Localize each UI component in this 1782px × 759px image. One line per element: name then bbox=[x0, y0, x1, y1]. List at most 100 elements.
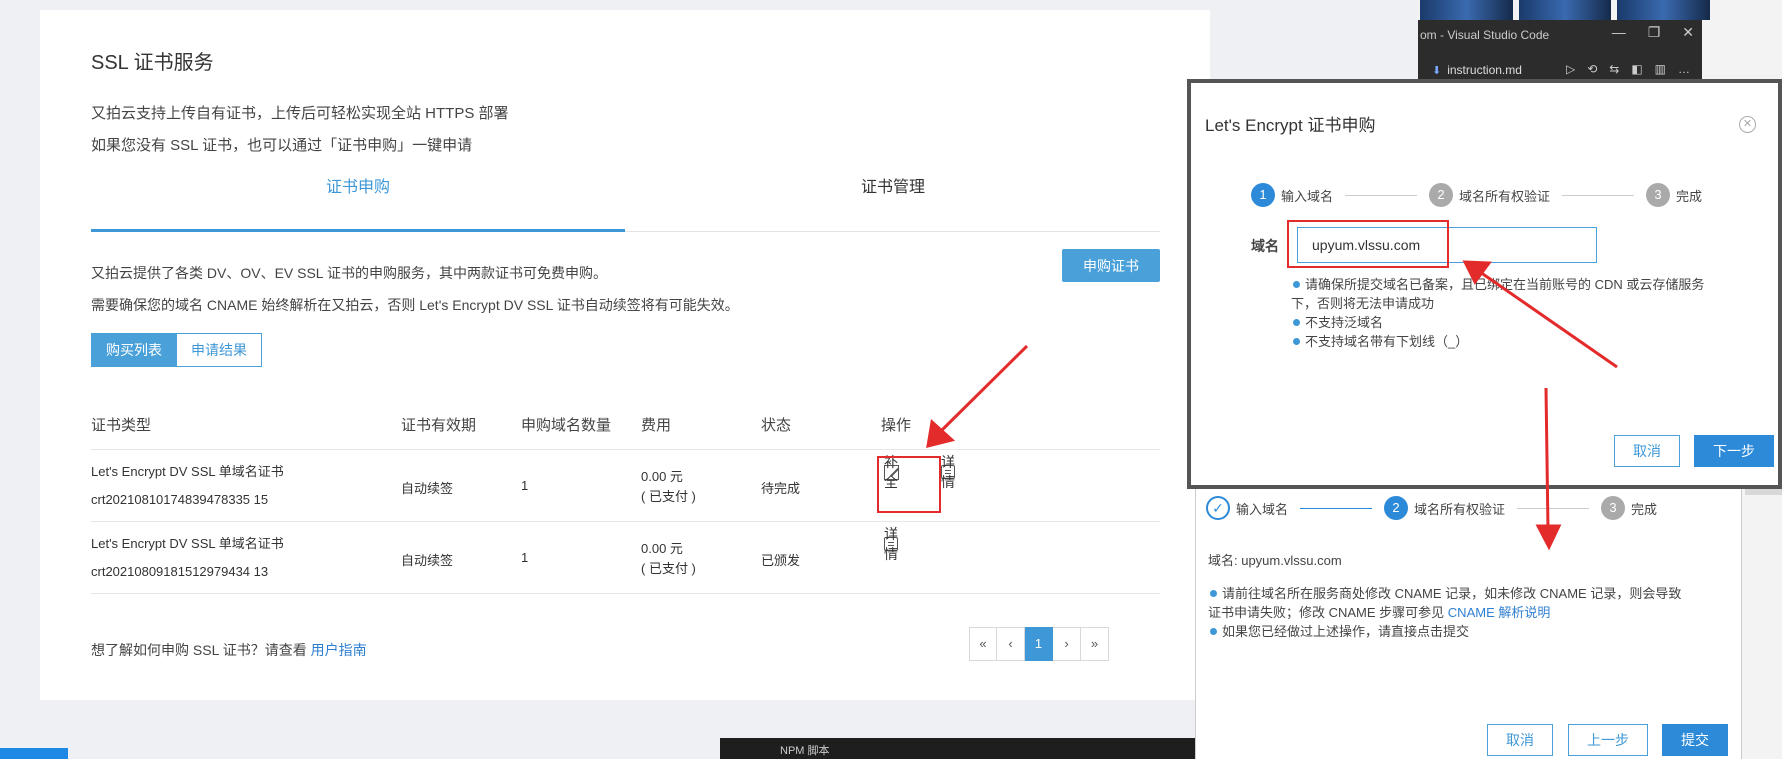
cert-type: Let's Encrypt DV SSL 单域名证书 bbox=[91, 464, 284, 479]
prev-page-button[interactable]: ‹ bbox=[997, 627, 1025, 661]
step-label: 输入域名 bbox=[1236, 501, 1289, 517]
vscode-window-controls: — ❐ ✕ bbox=[1612, 24, 1694, 41]
page-title: SSL 证书服务 bbox=[91, 52, 214, 74]
cert-validity: 自动续签 bbox=[401, 481, 454, 496]
minimize-icon[interactable]: — bbox=[1612, 24, 1626, 41]
compare-icon[interactable]: ⇆ bbox=[1609, 62, 1619, 76]
cert-paid: ( 已支付 ) bbox=[641, 561, 696, 576]
previous-step-button[interactable]: 上一步 bbox=[1568, 724, 1648, 756]
intro-text: 又拍云支持上传自有证书，上传后可轻松实现全站 HTTPS 部署 如果您没有 SS… bbox=[91, 98, 509, 162]
guide-prompt: 想了解如何申购 SSL 证书？请查看 bbox=[91, 642, 307, 658]
close-icon[interactable]: ✕ bbox=[1682, 24, 1694, 41]
user-guide-link[interactable]: 用户指南 bbox=[311, 642, 367, 658]
cancel-button[interactable]: 取消 bbox=[1614, 435, 1680, 467]
cert-fee: 0.00 元 bbox=[641, 469, 683, 484]
step-2-icon: 2 bbox=[1429, 183, 1454, 207]
subtab-results[interactable]: 申请结果 bbox=[177, 333, 262, 367]
table-row: Let's Encrypt DV SSL 单域名证书 crt2021080918… bbox=[91, 522, 1160, 594]
step-1-icon: 1 bbox=[1251, 183, 1275, 207]
tab-purchase[interactable]: 证书申购 bbox=[91, 170, 625, 232]
cert-type-cell: Let's Encrypt DV SSL 单域名证书 crt2021080918… bbox=[91, 530, 284, 586]
header-status: 状态 bbox=[761, 417, 792, 434]
step-indicator: ✓ 输入域名 2 域名所有权验证 3 完成 bbox=[1206, 496, 1657, 520]
notes-line: 又拍云提供了各类 DV、OV、EV SSL 证书的申购服务，其中两款证书可免费申… bbox=[91, 265, 607, 281]
preview-icon[interactable]: ◧ bbox=[1631, 62, 1642, 76]
header-fee: 费用 bbox=[641, 417, 672, 434]
submit-button[interactable]: 提交 bbox=[1662, 724, 1728, 756]
subtabs: 购买列表 申请结果 bbox=[91, 333, 262, 367]
annotation-highlight-box bbox=[877, 456, 941, 513]
step-label: 域名所有权验证 bbox=[1414, 501, 1506, 517]
tip-item: 不支持泛域名 bbox=[1291, 313, 1751, 332]
header-type: 证书类型 bbox=[91, 417, 152, 434]
letsencrypt-dialog-step2: ✓ 输入域名 2 域名所有权验证 3 完成 域名: upyum.vlssu.co… bbox=[1195, 489, 1742, 759]
cert-fee-cell: 0.00 元 ( 已支付 ) bbox=[641, 539, 696, 579]
header-validity: 证书有效期 bbox=[401, 417, 477, 434]
more-icon[interactable]: … bbox=[1678, 62, 1690, 76]
step-label: 完成 bbox=[1631, 501, 1658, 517]
vscode-tab-label: instruction.md bbox=[1447, 63, 1522, 77]
tip-item-cont: 下，否则将无法申请成功 bbox=[1291, 296, 1435, 311]
step-3-icon: 3 bbox=[1601, 496, 1626, 520]
cert-id: crt20210809181512979434 13 bbox=[91, 564, 269, 579]
cert-type: Let's Encrypt DV SSL 单域名证书 bbox=[91, 536, 284, 551]
maximize-icon[interactable]: ❐ bbox=[1648, 24, 1661, 41]
cancel-button[interactable]: 取消 bbox=[1487, 724, 1553, 756]
notes-line: 需要确保您的域名 CNAME 始终解析在又拍云，否则 Let's Encrypt… bbox=[91, 297, 739, 313]
domain-label: 域名 bbox=[1251, 238, 1279, 254]
pagination: « ‹ 1 › » bbox=[969, 627, 1109, 661]
npm-label: NPM 脚本 bbox=[780, 745, 830, 757]
split-icon[interactable]: ▥ bbox=[1655, 62, 1666, 76]
tip-item: 请前往域名所在服务商处修改 CNAME 记录，如未修改 CNAME 记录，则会导… bbox=[1208, 584, 1718, 603]
purchase-notes: 又拍云提供了各类 DV、OV、EV SSL 证书的申购服务，其中两款证书可免费申… bbox=[91, 257, 739, 321]
tab-manage[interactable]: 证书管理 bbox=[626, 170, 1160, 232]
last-page-button[interactable]: » bbox=[1081, 627, 1109, 661]
step-divider bbox=[1300, 507, 1373, 509]
tip-item-cont: 证书申请失败；修改 CNAME 步骤可参见 CNAME 解析说明 bbox=[1208, 603, 1718, 622]
step-divider bbox=[1345, 194, 1418, 196]
run-icon[interactable]: ▷ bbox=[1566, 62, 1575, 76]
desktop-thumbnails bbox=[1420, 0, 1711, 20]
intro-line: 如果您没有 SSL 证书，也可以通过「证书申购」一键申请 bbox=[91, 137, 473, 154]
step-label: 域名所有权验证 bbox=[1459, 188, 1551, 204]
subtab-purchase-list[interactable]: 购买列表 bbox=[91, 333, 177, 367]
npm-panel: NPM 脚本 bbox=[720, 738, 1200, 759]
step-divider bbox=[1517, 507, 1590, 509]
header-count: 申购域名数量 bbox=[521, 417, 612, 434]
vscode-toolbar: ▷ ⟲ ⇆ ◧ ▥ … bbox=[1566, 62, 1690, 76]
next-step-button[interactable]: 下一步 bbox=[1694, 435, 1774, 467]
check-icon: ✓ bbox=[1206, 496, 1230, 520]
vscode-tab[interactable]: ⬇ instruction.md bbox=[1432, 60, 1522, 80]
domain-tips: 请确保所提交域名已备案，且已绑定在当前账号的 CDN 或云存储服务 下，否则将无… bbox=[1291, 275, 1751, 351]
history-icon[interactable]: ⟲ bbox=[1587, 62, 1597, 76]
letsencrypt-dialog-step1: Let's Encrypt 证书申购 ✕ 1 输入域名 2 域名所有权验证 3 … bbox=[1187, 79, 1782, 489]
tip-text: 证书申请失败；修改 CNAME 步骤可参见 bbox=[1208, 605, 1445, 620]
ssl-service-panel: SSL 证书服务 又拍云支持上传自有证书，上传后可轻松实现全站 HTTPS 部署… bbox=[40, 10, 1210, 700]
next-page-button[interactable]: › bbox=[1053, 627, 1081, 661]
close-icon[interactable]: ✕ bbox=[1739, 116, 1756, 133]
verified-domain: 域名: upyum.vlssu.com bbox=[1208, 553, 1342, 568]
cert-validity: 自动续签 bbox=[401, 553, 454, 568]
guide-text: 想了解如何申购 SSL 证书？请查看 用户指南 bbox=[91, 640, 367, 660]
cname-doc-link[interactable]: CNAME 解析说明 bbox=[1448, 605, 1551, 620]
cert-count: 1 bbox=[521, 550, 529, 565]
cert-id: crt20210810174839478335 15 bbox=[91, 492, 269, 507]
cert-status: 待完成 bbox=[761, 481, 801, 496]
step-label: 输入域名 bbox=[1281, 188, 1334, 204]
detail-label: 详情 bbox=[884, 526, 898, 562]
download-icon: ⬇ bbox=[1432, 64, 1442, 77]
tip-item: 如果您已经做过上述操作，请直接点击提交 bbox=[1208, 622, 1718, 641]
step-3-icon: 3 bbox=[1646, 183, 1671, 207]
main-tabs: 证书申购 证书管理 bbox=[91, 170, 1160, 232]
cert-paid: ( 已支付 ) bbox=[641, 489, 696, 504]
cert-type-cell: Let's Encrypt DV SSL 单域名证书 crt2021081017… bbox=[91, 458, 284, 514]
intro-line: 又拍云支持上传自有证书，上传后可轻松实现全站 HTTPS 部署 bbox=[91, 105, 509, 122]
first-page-button[interactable]: « bbox=[969, 627, 997, 661]
apply-certificate-button[interactable]: 申购证书 bbox=[1062, 249, 1160, 282]
detail-label: 详情 bbox=[941, 454, 955, 490]
tip-item: 不支持域名带有下划线（_） bbox=[1291, 332, 1751, 351]
taskbar-left bbox=[0, 748, 68, 759]
step-2-icon: 2 bbox=[1384, 496, 1409, 520]
page-1-button[interactable]: 1 bbox=[1025, 627, 1053, 661]
cname-tips: 请前往域名所在服务商处修改 CNAME 记录，如未修改 CNAME 记录，则会导… bbox=[1208, 584, 1718, 641]
